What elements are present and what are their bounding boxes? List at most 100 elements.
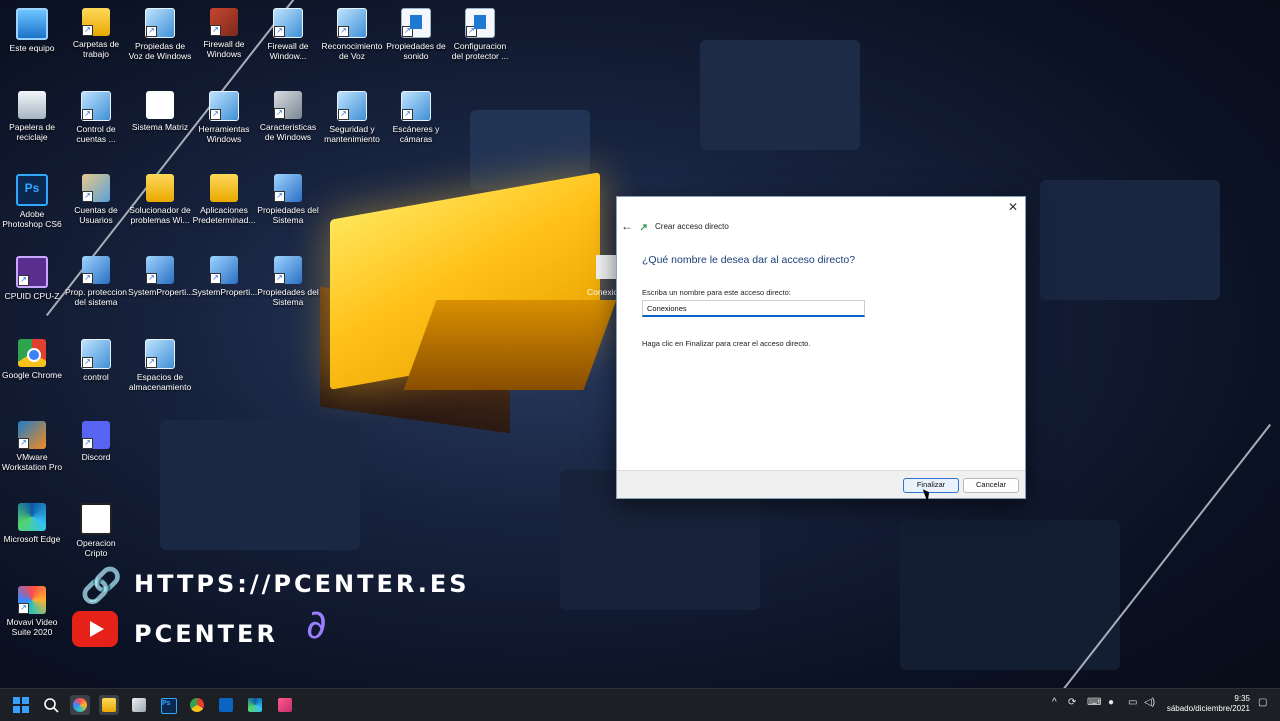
desktop-icon-seguridad[interactable]: ↗ Seguridad y mantenimiento [320,85,384,165]
desktop-icon-edge[interactable]: Microsoft Edge [0,497,64,577]
clock-time: 9:35 [1234,694,1250,703]
cancel-button[interactable]: Cancelar [963,478,1019,493]
control-panel-icon: ↗ [337,8,367,38]
desktop-icon-cpuz[interactable]: ↗ CPUID CPU-Z [0,250,64,330]
desktop-icon-partial[interactable] [596,255,616,279]
desktop-icon-label: Solucionador de problemas Wi... [129,205,191,225]
desktop-icon-aplicaciones[interactable]: Aplicaciones Predeterminad... [192,168,256,248]
desktop-icon-propiedades-sistema[interactable]: ↗ Propiedades del Sistema [256,168,320,248]
desktop-icon-este-equipo[interactable]: Este equipo [0,2,64,82]
desktop-icon-partial-label: Conexio [587,287,617,297]
start-button[interactable] [11,695,31,715]
shortcut-arrow-icon: ↗ [274,108,285,119]
desktop-icon-label: Papelera de reciclaje [9,122,55,142]
desktop-icon-label: Propiedades del Sistema [257,287,319,307]
shortcut-arrow-icon: ↗ [274,26,285,37]
desktop-icon-config-protector[interactable]: ↗ Configuracion del protector ... [448,2,512,82]
control-panel-icon: ↗ [337,91,367,121]
folder-icon [210,174,238,202]
taskbar-search[interactable] [41,695,61,715]
shortcut-arrow-icon: ↗ [338,26,349,37]
desktop-icon-label: Reconocimiento de Voz [321,41,383,61]
desktop-icon-label: SystemProperti... [128,287,194,297]
desktop-icon-label: Microsoft Edge [3,534,61,544]
taskbar-app-chrome[interactable] [187,695,207,715]
desktop-icon-chrome[interactable]: Google Chrome [0,333,64,413]
vmware-icon: ↗ [18,421,46,449]
desktop-icon-systemproperties-1[interactable]: ↗ SystemProperti... [128,250,194,330]
desktop-icon-carpetas-trabajo[interactable]: ↗ Carpetas de trabajo [64,2,128,82]
desktop-icon-label: SystemProperti... [192,287,258,297]
control-panel-icon: ↗ [401,91,431,121]
desktop-icon-sistema-matriz[interactable]: Sistema Matriz [128,85,192,165]
shortcut-arrow-icon: ↗ [82,25,93,36]
shield-icon: ↗ [210,256,238,284]
shortcut-name-input[interactable] [642,300,865,317]
desktop-icon-label: Google Chrome [1,370,62,380]
desktop-icon-propiedades-sonido[interactable]: ↗ Propiedades de sonido [384,2,448,82]
taskbar-app-outlook[interactable] [216,695,236,715]
firewall-icon: ↗ [210,8,238,36]
shortcut-arrow-icon: ↗ [146,273,157,284]
desktop-icon-control[interactable]: ↗ control [64,333,128,413]
close-icon[interactable]: ✕ [1005,199,1021,215]
clock-date: sábado/diciembre/2021 [1166,704,1250,713]
desktop-icon-solucionador[interactable]: Solucionador de problemas Wi... [128,168,192,248]
brand-logo-mark: ∂ [306,602,327,648]
tray-battery-icon[interactable]: ▭ [1128,697,1137,708]
desktop-icon-herramientas[interactable]: ↗ Herramientas Windows [192,85,256,165]
desktop-icon-cuentas-usuarios[interactable]: ↗ Cuentas de Usuarios [64,168,128,248]
desktop-icon-discord[interactable]: ↗ Discord [64,415,128,495]
desktop-icon-caracteristicas[interactable]: ↗ Caracteristicas de Windows [256,85,320,165]
desktop-icon-label: Cuentas de Usuarios [74,205,118,225]
taskbar-clock[interactable]: 9:35 sábado/diciembre/2021 [1167,694,1250,714]
desktop-icon-photoshop[interactable]: Ps Adobe Photoshop CS6 [0,168,64,248]
desktop-icon-espacios[interactable]: ↗ Espacios de almacenamiento [128,333,192,413]
desktop-icon-escaneres[interactable]: ↗ Escáneres y cámaras [384,85,448,165]
taskbar-app-snip[interactable] [275,695,295,715]
back-arrow-icon[interactable]: ← [621,219,633,233]
taskbar-app-edge[interactable] [245,695,265,715]
desktop-icon-prop-proteccion[interactable]: ↗ Prop. proteccion del sistema [64,250,128,330]
desktop-icon-firewall-2[interactable]: ↗ Firewall de Window... [256,2,320,82]
control-panel-icon: ↗ [145,8,175,38]
desktop-icon-label: Aplicaciones Predeterminad... [192,205,256,225]
folder-icon: ↗ [82,8,110,36]
taskbar-app-store[interactable] [129,695,149,715]
tray-overflow-chevron-icon[interactable]: ^ [1052,697,1057,708]
taskbar-app-photoshop[interactable]: Ps [158,695,178,715]
tray-mic-icon[interactable]: ● [1108,697,1114,708]
shortcut-arrow-icon: ↗ [18,275,29,286]
desktop-icon-operacion-cripto[interactable]: Operacion Cripto [64,497,128,577]
shield-icon: ↗ [82,256,110,284]
finish-button[interactable]: Finalizar [903,478,959,493]
shortcut-name-label: Escriba un nombre para este acceso direc… [642,288,791,297]
desktop-icon-firewall[interactable]: ↗ Firewall de Windows [192,2,256,82]
desktop-icon-label: control [83,372,109,382]
control-panel-icon: ↗ [145,339,175,369]
notifications-icon[interactable]: ▢ [1258,697,1267,708]
desktop-icon-movavi[interactable]: ↗ Movavi Video Suite 2020 [0,580,64,660]
bg-cube [160,420,360,550]
taskbar-app-movavi[interactable] [70,695,90,715]
tray-volume-icon[interactable]: ◁) [1144,697,1155,708]
desktop-icon-control-cuentas[interactable]: ↗ Control de cuentas ... [64,85,128,165]
desktop-icon-papelera[interactable]: Papelera de reciclaje [0,85,64,165]
document-icon: ↗ [465,8,495,38]
document-icon: ↗ [401,8,431,38]
shortcut-arrow-icon: ↗ [402,26,413,37]
shortcut-arrow-icon: ↗ [82,357,93,368]
desktop-icon-label: Seguridad y mantenimiento [324,124,380,144]
desktop-icon-reconocimiento-voz[interactable]: ↗ Reconocimiento de Voz [320,2,384,82]
tray-keyboard-icon[interactable]: ⌨ [1087,697,1101,708]
desktop-icon-propiedades-sistema-2[interactable]: ↗ Propiedades del Sistema [256,250,320,330]
desktop-icon-systemproperties-2[interactable]: ↗ SystemProperti... [192,250,258,330]
desktop-icon-label: Herramientas Windows [198,124,250,144]
desktop-icon-label: Control de cuentas ... [76,124,116,144]
taskbar-app-explorer[interactable] [99,695,119,715]
desktop-icon-propiedas-voz[interactable]: ↗ Propiedas de Voz de Windows [128,2,192,82]
shield-icon: ↗ [146,256,174,284]
tray-sync-icon[interactable]: ⟳ [1068,697,1076,708]
shortcut-arrow-icon: ↗ [274,191,285,202]
desktop-icon-vmware[interactable]: ↗ VMware Workstation Pro [0,415,64,495]
